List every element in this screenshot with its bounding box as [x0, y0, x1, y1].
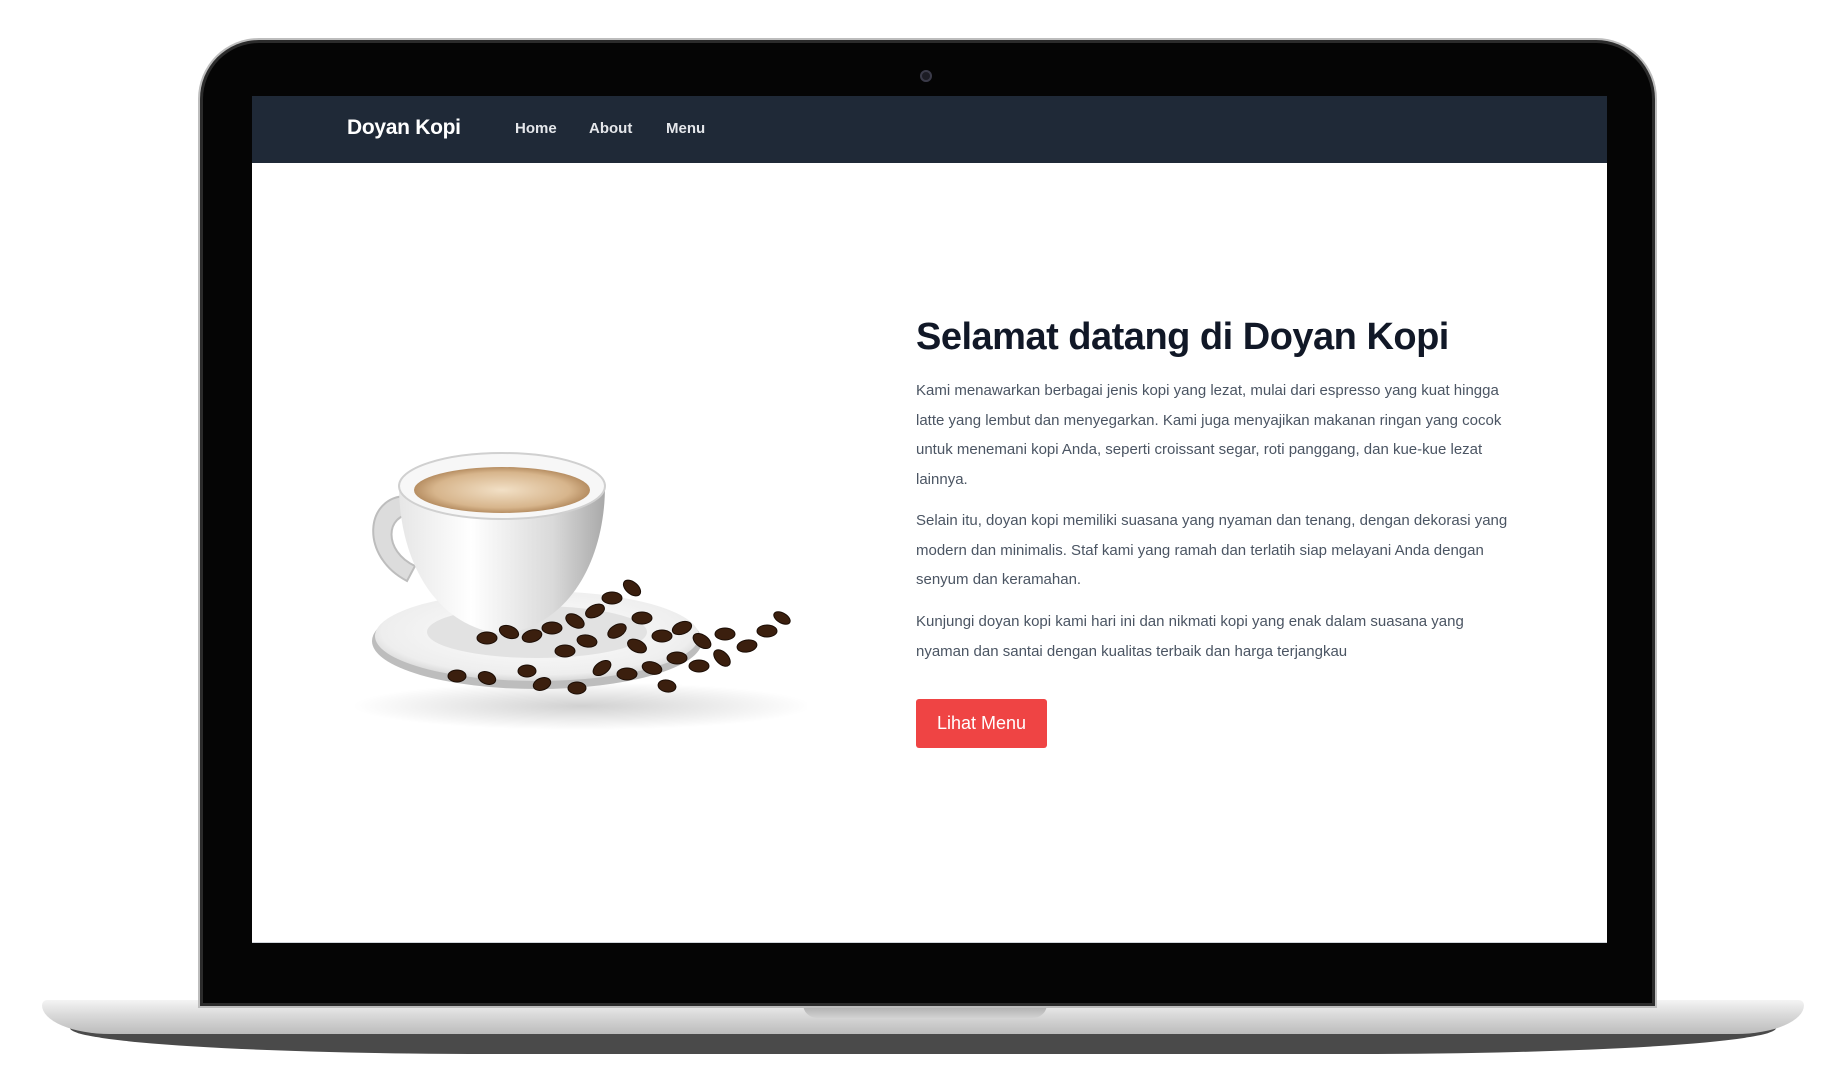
hero-title: Selamat datang di Doyan Kopi: [916, 316, 1449, 358]
nav-link-home[interactable]: Home: [515, 120, 557, 137]
nav-link-menu[interactable]: Menu: [666, 120, 705, 137]
webcam-icon: [920, 70, 932, 82]
hero-paragraph-1: Kami menawarkan berbagai jenis kopi yang…: [916, 382, 1502, 488]
brand-logo[interactable]: Doyan Kopi: [347, 116, 461, 140]
laptop-screen: Doyan Kopi Home About Menu Selamat datan…: [252, 96, 1607, 943]
view-menu-button[interactable]: Lihat Menu: [916, 699, 1047, 748]
nav-link-about[interactable]: About: [589, 120, 632, 137]
hero-paragraph-2: Selain itu, doyan kopi memiliki suasana …: [916, 512, 1508, 588]
coffee-cup-image: [352, 452, 807, 730]
navbar: Doyan Kopi Home About Menu: [252, 96, 1607, 163]
hero-paragraph-3: Kunjungi doyan kopi kami hari ini dan ni…: [916, 613, 1464, 660]
screen-bottom-edge: [252, 942, 1607, 943]
